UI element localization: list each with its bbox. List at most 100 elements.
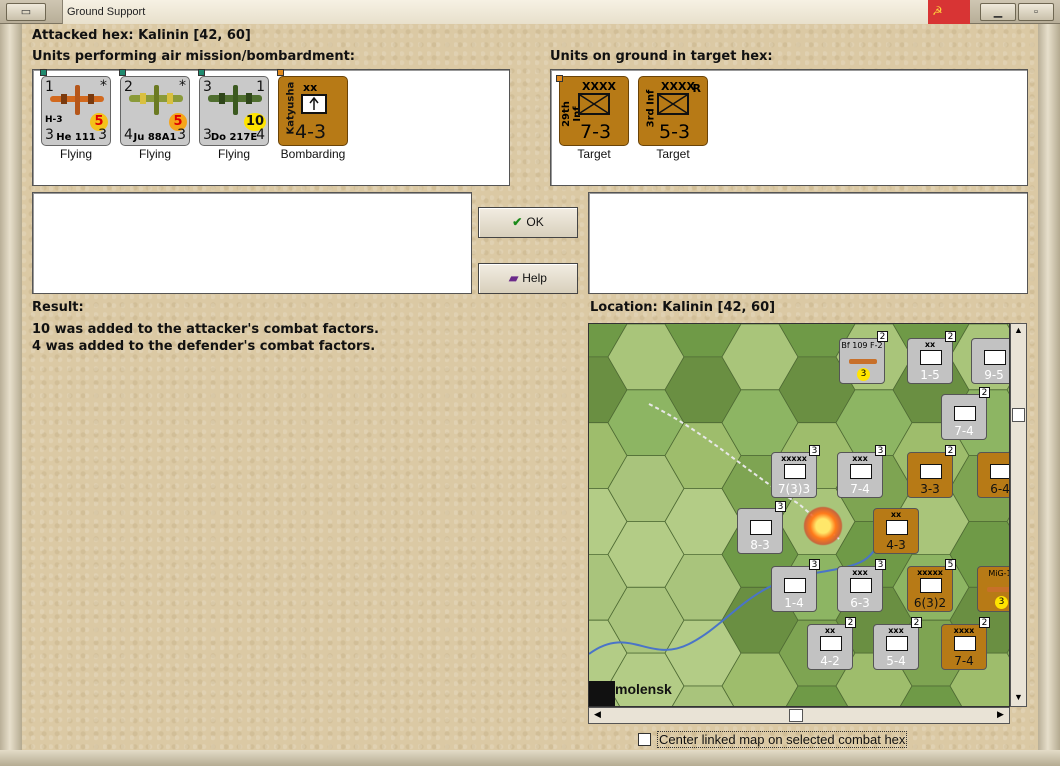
map-unit-counter[interactable]: xxx 7-4 3 (837, 445, 886, 498)
scroll-up-icon[interactable]: ▲ (1012, 325, 1025, 338)
infantry-symbol-icon (850, 578, 872, 593)
map-unit-counter[interactable]: 8-3 3 (737, 501, 786, 554)
map-unit-value: 4-3 (886, 538, 906, 552)
map-unit-counter[interactable]: 7-4 2 (941, 387, 990, 440)
unit-status-caption: Bombarding (280, 147, 346, 161)
window-menu-button[interactable]: ▭ (6, 3, 46, 21)
map-unit-counter[interactable]: xxx 6-3 3 (837, 559, 886, 612)
aircraft-name: Do 217E (210, 132, 258, 143)
result-label: Result: (32, 300, 84, 315)
result-line-defender: 4 was added to the defender's combat fac… (32, 339, 376, 354)
map-unit-counter[interactable]: 3-3 2 (907, 445, 956, 498)
infantry-symbol-icon (984, 350, 1006, 365)
combat-badge: 3 (995, 596, 1008, 609)
center-map-checkbox-label[interactable]: Center linked map on selected combat hex (657, 731, 908, 748)
attacked-hex-label: Attacked hex: Kalinin [42, 60] (32, 28, 251, 43)
plane-icon (987, 587, 1009, 592)
help-button[interactable]: ▰ Help (478, 263, 578, 294)
infantry-symbol-icon (820, 636, 842, 651)
artillery-counter: xx Katyusha 4-3 (277, 69, 348, 146)
infantry-symbol-icon (990, 464, 1009, 479)
map-unit-value: 7-4 (850, 482, 870, 496)
attacker-details-panel (32, 192, 472, 294)
reserve-marker: R (692, 82, 701, 95)
status-dot-icon (277, 69, 284, 76)
scroll-left-icon[interactable]: ◀ (591, 709, 604, 722)
map-unit-counter[interactable]: 9-52 (971, 338, 1009, 384)
map-air-counter[interactable]: Bf 109 F-2 3 2 (839, 331, 888, 384)
map-unit-counter[interactable]: xxxxx 7(3)3 3 (771, 445, 820, 498)
map-air-counter[interactable]: MiG-134 (977, 566, 1009, 612)
status-dot-icon (198, 69, 205, 76)
stack-count-badge: 3 (775, 501, 786, 512)
hex-map[interactable]: molensk xx1-529-527-42xxxxx7(3)33xxx7-43… (588, 323, 1010, 707)
map-city-label: molensk (615, 681, 672, 697)
infantry-counter: XXXX R 3rd Inf 5-3 (638, 76, 708, 146)
rocket-artillery-symbol-icon (301, 94, 327, 114)
unit-status-caption: Target (656, 147, 690, 161)
bomber-plane-icon (129, 85, 183, 115)
stack-count-badge: 3 (875, 559, 886, 570)
map-unit-value: 7(3)3 (777, 482, 811, 496)
minimize-button[interactable]: ▁ (980, 3, 1016, 21)
map-unit-value: 8-3 (750, 538, 770, 552)
aircraft-name: He 111 (56, 132, 96, 143)
infantry-symbol-icon (920, 464, 942, 479)
help-book-icon: ▰ (509, 271, 519, 285)
combat-badge: 3 (857, 368, 870, 381)
map-horizontal-scrollbar[interactable]: ◀ ▶ (588, 707, 1010, 724)
map-unit-counter[interactable]: 6-42 (977, 452, 1009, 498)
ground-unit-3rd-inf[interactable]: XXXX R 3rd Inf 5-3 Target (636, 76, 710, 161)
map-unit-value: 6-3 (850, 596, 870, 610)
scroll-right-icon[interactable]: ▶ (994, 709, 1007, 722)
map-unit-counter[interactable]: xx 1-5 2 (907, 331, 956, 384)
scroll-down-icon[interactable]: ▼ (1012, 692, 1025, 705)
window-frame-left[interactable] (0, 24, 22, 750)
map-unit-counter[interactable]: xx 4-2 2 (807, 617, 856, 670)
window-frame-right[interactable] (1038, 24, 1060, 750)
map-unit-counter[interactable]: xx 4-3 (873, 508, 919, 554)
map-vertical-scrollbar[interactable]: ▲ ▼ (1010, 323, 1027, 707)
map-unit-counter[interactable]: 1-4 3 (771, 559, 820, 612)
infantry-counter: XXXX 29th Inf 7-3 (556, 75, 629, 146)
unit-status-caption: Flying (138, 147, 171, 161)
infantry-symbol-icon (886, 520, 908, 535)
combat-value: 4-3 (295, 121, 327, 143)
map-unit-counter[interactable]: xxxxx 6(3)2 5 (907, 559, 956, 612)
soviet-flag-icon: ☭ (928, 0, 970, 24)
ok-label: OK (526, 215, 544, 229)
artillery-unit-katyusha[interactable]: xx Katyusha 4-3 Bombarding (276, 69, 350, 161)
ground-unit-29th-inf[interactable]: XXXX 29th Inf 7-3 Target (556, 75, 631, 161)
air-counter: 2 * 5 4 3 Ju 88A1 (119, 69, 190, 146)
center-map-checkbox[interactable] (638, 733, 651, 746)
map-unit-value: 9-5 (984, 368, 1004, 382)
aircraft-tag: H-3 (45, 115, 63, 125)
air-unit-he111[interactable]: 1 * H-3 5 3 3 He 111 Flying (39, 69, 113, 161)
air-counter: 3 1 10 3 4 Do 217E (198, 69, 269, 146)
infantry-symbol-icon (784, 578, 806, 593)
vertical-scroll-thumb[interactable] (1012, 408, 1025, 422)
combat-value: 7-3 (580, 121, 612, 143)
map-unit-value: 6(3)2 (913, 596, 947, 610)
air-unit-ju88[interactable]: 2 * 5 4 3 Ju 88A1 Flying (118, 69, 192, 161)
map-unit-size: xx (890, 510, 902, 519)
map-unit-counter[interactable]: xxxx 7-4 2 (941, 617, 990, 670)
horizontal-scroll-thumb[interactable] (789, 709, 803, 722)
unit-status-caption: Flying (59, 147, 92, 161)
infantry-symbol-icon (920, 350, 942, 365)
map-unit-value: 3-3 (920, 482, 940, 496)
combat-explosion-icon (803, 506, 843, 546)
city-marker-icon (589, 681, 615, 706)
stack-count-badge: 2 (945, 331, 956, 342)
plane-icon (849, 359, 877, 364)
map-unit-value: 4-2 (820, 654, 840, 668)
ok-button[interactable]: ✔ OK (478, 207, 578, 238)
stack-count-badge: 3 (809, 559, 820, 570)
infantry-symbol-icon (657, 93, 689, 115)
maximize-button[interactable]: ▫ (1018, 3, 1054, 21)
ground-units-panel: XXXX 29th Inf 7-3 Target XXXX R 3rd Inf … (550, 69, 1028, 186)
air-counter: 1 * H-3 5 3 3 He 111 (40, 69, 111, 146)
air-unit-do217[interactable]: 3 1 10 3 4 Do 217E Flying (197, 69, 271, 161)
map-unit-counter[interactable]: xxx 5-4 2 (873, 617, 922, 670)
location-label: Location: Kalinin [42, 60] (590, 300, 776, 315)
